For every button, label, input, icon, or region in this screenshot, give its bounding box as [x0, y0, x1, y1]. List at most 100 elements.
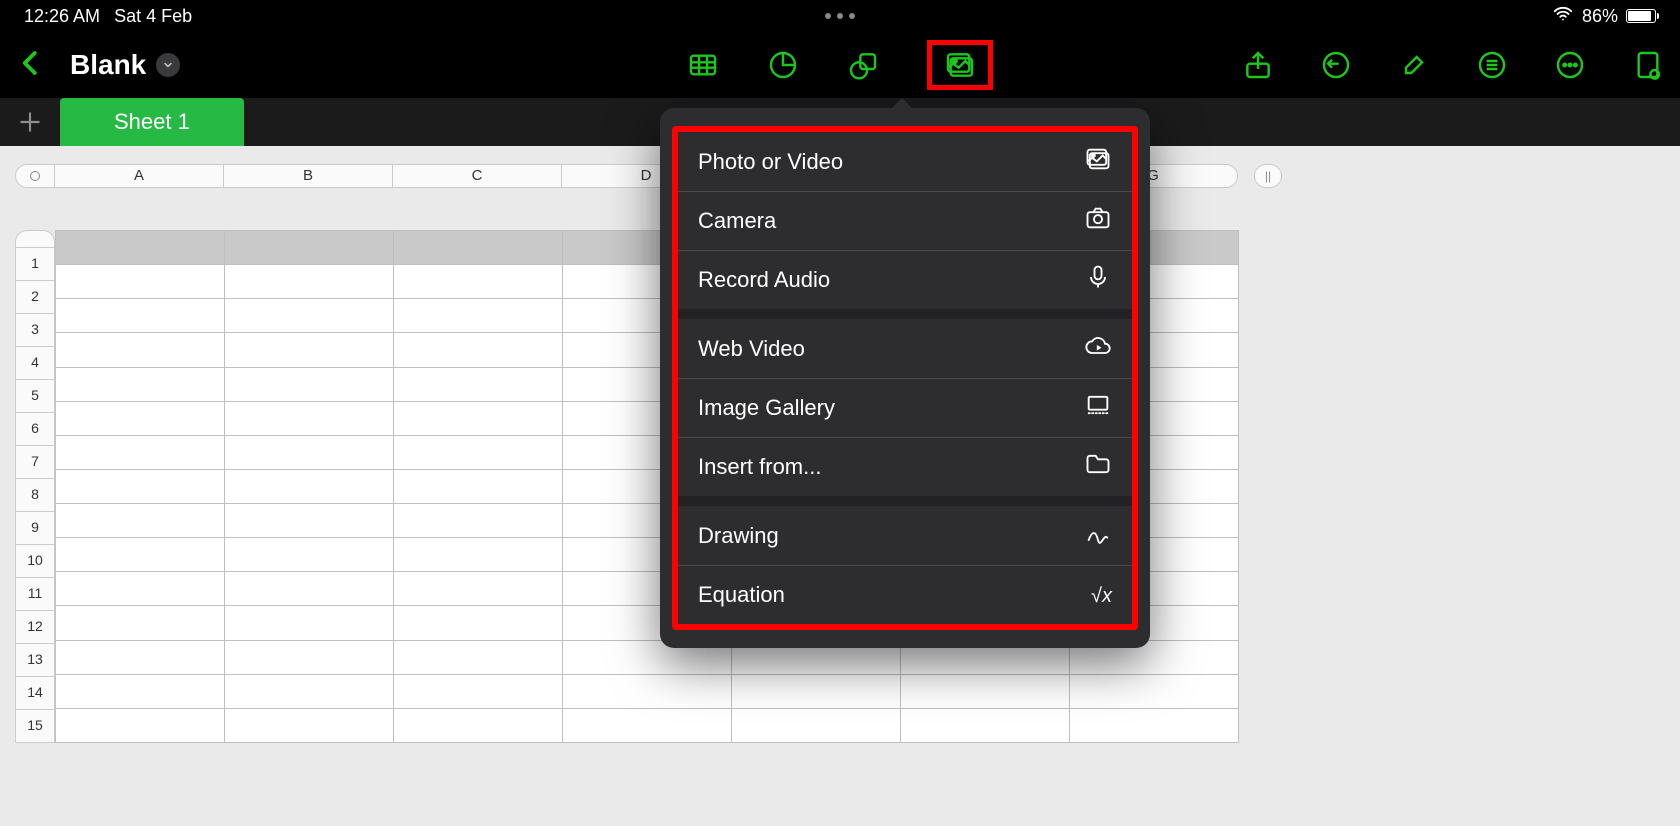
row-header[interactable]: 15 — [15, 710, 55, 743]
menu-item-folder[interactable]: Insert from... — [678, 437, 1132, 496]
menu-item-camera[interactable]: Camera — [678, 191, 1132, 250]
column-header[interactable]: B — [224, 164, 393, 188]
cell[interactable] — [1070, 674, 1239, 708]
multitask-dots[interactable] — [825, 13, 855, 19]
cell[interactable] — [225, 572, 394, 606]
menu-item-scribble[interactable]: Drawing — [678, 506, 1132, 565]
row-header[interactable]: 7 — [15, 446, 55, 479]
insert-media-button[interactable] — [944, 49, 976, 81]
cell[interactable] — [394, 674, 563, 708]
cell[interactable] — [225, 367, 394, 401]
cell[interactable] — [225, 231, 394, 265]
row-header[interactable]: 5 — [15, 380, 55, 413]
cell[interactable] — [225, 504, 394, 538]
row-header[interactable]: 2 — [15, 281, 55, 314]
row-header[interactable]: 3 — [15, 314, 55, 347]
document-settings-button[interactable] — [1632, 49, 1664, 81]
sheet-tab-active[interactable]: Sheet 1 — [60, 98, 244, 146]
cell[interactable] — [56, 435, 225, 469]
cell[interactable] — [394, 572, 563, 606]
cell[interactable] — [394, 469, 563, 503]
cell[interactable] — [394, 708, 563, 742]
row-header[interactable]: 13 — [15, 644, 55, 677]
insert-chart-button[interactable] — [767, 49, 799, 81]
add-column-handle[interactable]: || — [1254, 164, 1282, 188]
add-sheet-button[interactable] — [0, 98, 60, 146]
cell[interactable] — [225, 299, 394, 333]
cell[interactable] — [56, 674, 225, 708]
cell[interactable] — [1070, 708, 1239, 742]
cell[interactable] — [56, 469, 225, 503]
menu-item-gallery[interactable]: Image Gallery — [678, 378, 1132, 437]
column-header[interactable]: A — [55, 164, 224, 188]
cell[interactable] — [394, 401, 563, 435]
cell[interactable] — [225, 469, 394, 503]
cell[interactable] — [394, 299, 563, 333]
cell[interactable] — [394, 333, 563, 367]
insert-shape-button[interactable] — [847, 49, 879, 81]
cell[interactable] — [56, 333, 225, 367]
cell[interactable] — [225, 640, 394, 674]
cell[interactable] — [394, 265, 563, 299]
cell[interactable] — [901, 674, 1070, 708]
scribble-icon — [1084, 519, 1112, 553]
cell[interactable] — [56, 231, 225, 265]
cell[interactable] — [56, 367, 225, 401]
cell[interactable] — [394, 367, 563, 401]
cell[interactable] — [225, 606, 394, 640]
row-header[interactable]: 6 — [15, 413, 55, 446]
cloud-play-icon — [1084, 332, 1112, 366]
undo-button[interactable] — [1320, 49, 1352, 81]
row-header[interactable]: 14 — [15, 677, 55, 710]
cell[interactable] — [56, 606, 225, 640]
cell[interactable] — [225, 333, 394, 367]
row-header[interactable]: 4 — [15, 347, 55, 380]
cell[interactable] — [901, 708, 1070, 742]
cell[interactable] — [225, 708, 394, 742]
cell[interactable] — [394, 435, 563, 469]
menu-item-equation[interactable]: Equation√x — [678, 565, 1132, 624]
cell[interactable] — [732, 708, 901, 742]
list-button[interactable] — [1476, 49, 1508, 81]
cell[interactable] — [225, 265, 394, 299]
row-header[interactable]: 1 — [15, 248, 55, 281]
share-button[interactable] — [1242, 49, 1274, 81]
cell[interactable] — [563, 674, 732, 708]
row-header[interactable]: 8 — [15, 479, 55, 512]
column-header[interactable]: C — [393, 164, 562, 188]
cell[interactable] — [56, 504, 225, 538]
sheet-tab-label: Sheet 1 — [114, 109, 190, 135]
cell[interactable] — [56, 572, 225, 606]
cell[interactable] — [56, 640, 225, 674]
document-title[interactable]: Blank — [70, 49, 180, 81]
back-button[interactable] — [16, 48, 46, 83]
row-header[interactable]: 9 — [15, 512, 55, 545]
cell[interactable] — [394, 504, 563, 538]
menu-item-cloud-play[interactable]: Web Video — [678, 319, 1132, 378]
cell[interactable] — [394, 231, 563, 265]
cell[interactable] — [56, 299, 225, 333]
format-paint-button[interactable] — [1398, 49, 1430, 81]
menu-item-photo-video[interactable]: Photo or Video — [678, 132, 1132, 191]
cell[interactable] — [394, 538, 563, 572]
cell[interactable] — [225, 538, 394, 572]
cell[interactable] — [56, 538, 225, 572]
select-all-corner[interactable] — [15, 164, 55, 188]
insert-table-button[interactable] — [687, 49, 719, 81]
cell[interactable] — [225, 435, 394, 469]
cell[interactable] — [225, 401, 394, 435]
cell[interactable] — [56, 708, 225, 742]
row-header[interactable]: 11 — [15, 578, 55, 611]
row-header[interactable]: 10 — [15, 545, 55, 578]
cell[interactable] — [732, 674, 901, 708]
cell[interactable] — [56, 401, 225, 435]
cell[interactable] — [56, 265, 225, 299]
row-header[interactable]: 12 — [15, 611, 55, 644]
cell[interactable] — [225, 674, 394, 708]
cell[interactable] — [563, 708, 732, 742]
more-button[interactable] — [1554, 49, 1586, 81]
menu-separator — [678, 309, 1132, 319]
cell[interactable] — [394, 606, 563, 640]
menu-item-mic[interactable]: Record Audio — [678, 250, 1132, 309]
cell[interactable] — [394, 640, 563, 674]
